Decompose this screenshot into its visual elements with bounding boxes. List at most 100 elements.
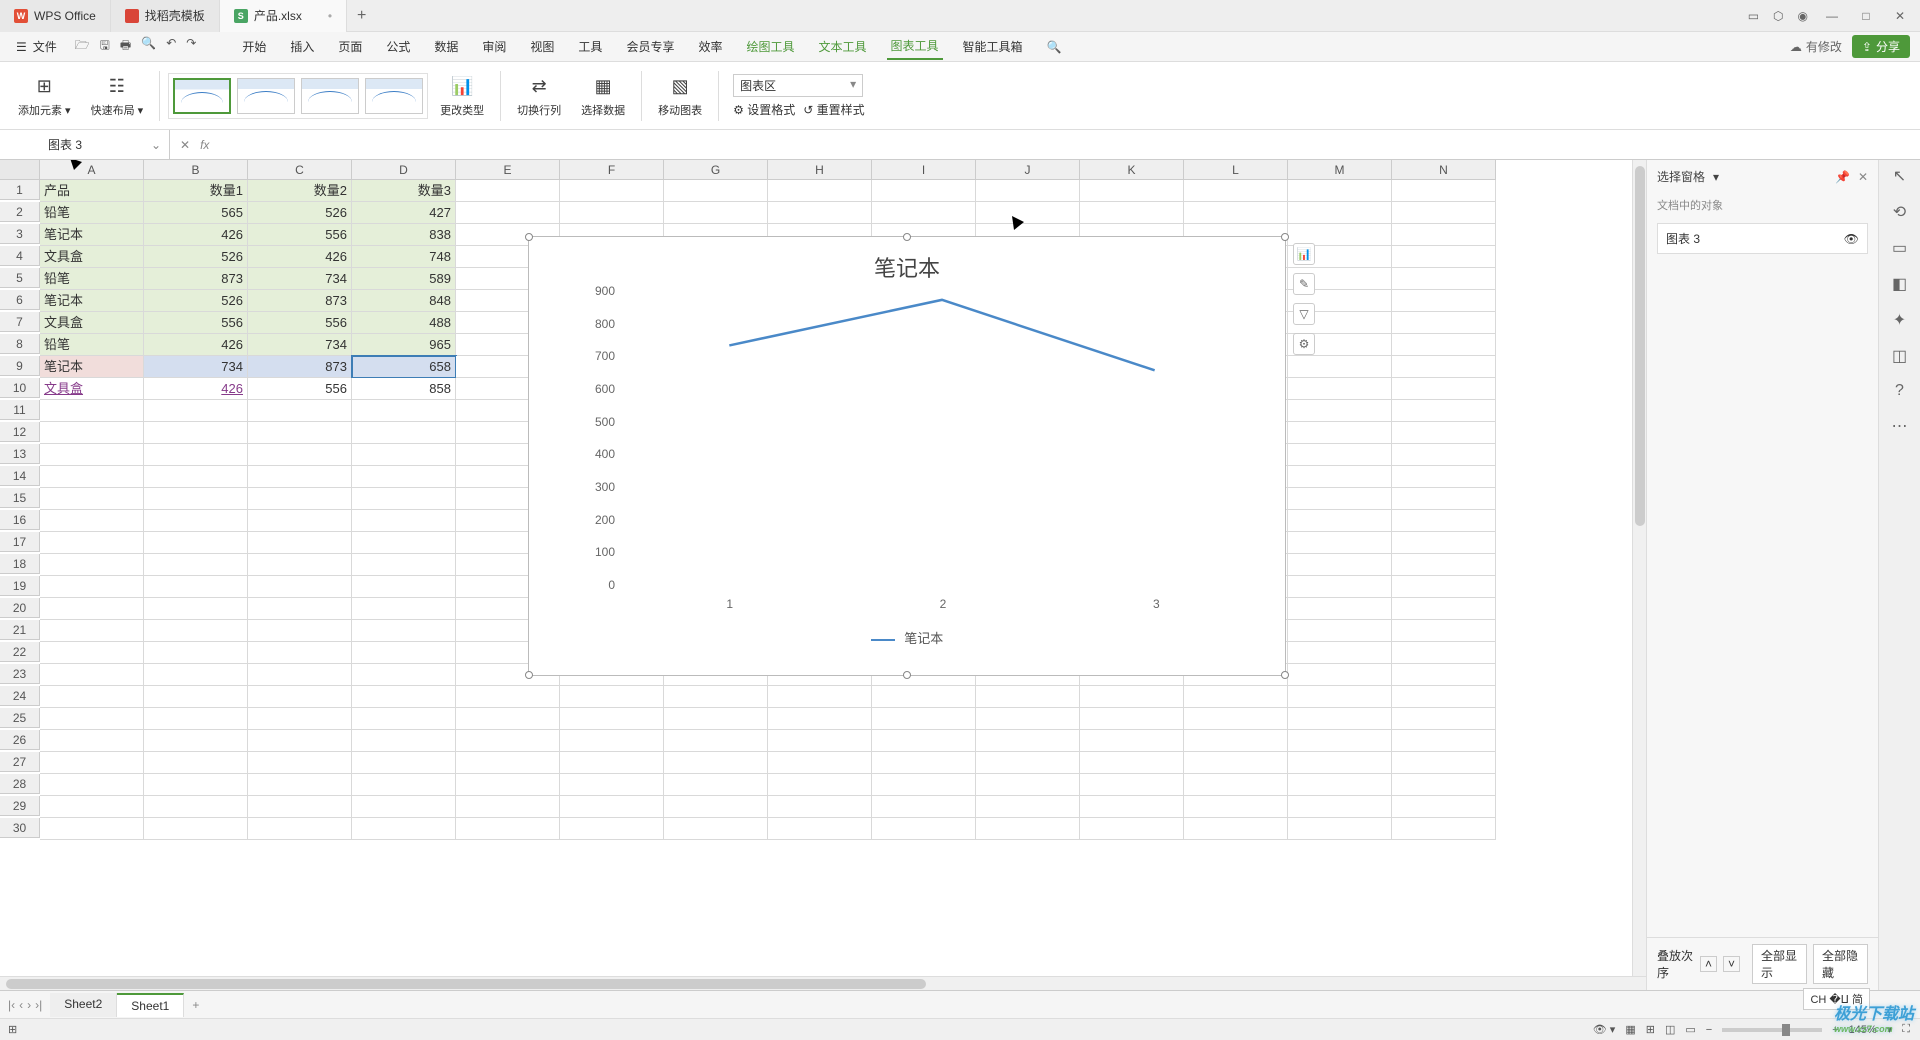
cell-G27[interactable] <box>664 752 768 774</box>
cell-D10[interactable]: 858 <box>352 378 456 400</box>
chart-settings-button[interactable]: ⚙ <box>1293 333 1315 355</box>
cell-K25[interactable] <box>1080 708 1184 730</box>
col-header-B[interactable]: B <box>144 160 248 180</box>
cell-H29[interactable] <box>768 796 872 818</box>
row-header-3[interactable]: 3 <box>0 224 40 244</box>
preview-icon[interactable]: 🔍 <box>141 36 156 57</box>
ribbon-tab-工具[interactable]: 工具 <box>574 34 606 59</box>
cell-I29[interactable] <box>872 796 976 818</box>
cell-L1[interactable] <box>1184 180 1288 202</box>
cell-A3[interactable]: 笔记本 <box>40 224 144 246</box>
row-header-28[interactable]: 28 <box>0 774 40 794</box>
app-tab-wps[interactable]: W WPS Office <box>0 0 111 32</box>
cell-C30[interactable] <box>248 818 352 840</box>
cell-A30[interactable] <box>40 818 144 840</box>
cell-D2[interactable]: 427 <box>352 202 456 224</box>
cell-K27[interactable] <box>1080 752 1184 774</box>
col-header-C[interactable]: C <box>248 160 352 180</box>
cell-F2[interactable] <box>560 202 664 224</box>
col-header-F[interactable]: F <box>560 160 664 180</box>
cube-icon[interactable]: ⬡ <box>1773 9 1783 23</box>
cell-M27[interactable] <box>1288 752 1392 774</box>
cell-K26[interactable] <box>1080 730 1184 752</box>
vertical-scrollbar[interactable] <box>1632 160 1646 976</box>
cell-D16[interactable] <box>352 510 456 532</box>
cell-D11[interactable] <box>352 400 456 422</box>
cell-B2[interactable]: 565 <box>144 202 248 224</box>
cell-E25[interactable] <box>456 708 560 730</box>
chart-style-2[interactable] <box>237 78 295 114</box>
col-header-J[interactable]: J <box>976 160 1080 180</box>
cell-J27[interactable] <box>976 752 1080 774</box>
cell-B26[interactable] <box>144 730 248 752</box>
cell-A12[interactable] <box>40 422 144 444</box>
col-header-D[interactable]: D <box>352 160 456 180</box>
new-tab-button[interactable]: + <box>347 7 376 25</box>
cell-C19[interactable] <box>248 576 352 598</box>
cell-B28[interactable] <box>144 774 248 796</box>
cell-N15[interactable] <box>1392 488 1496 510</box>
cell-I24[interactable] <box>872 686 976 708</box>
chart-style-gallery[interactable] <box>168 73 428 119</box>
zoom-out-button[interactable]: − <box>1706 1024 1712 1036</box>
show-all-button[interactable]: 全部显示 <box>1752 944 1807 984</box>
status-icon[interactable]: ⊞ <box>0 1023 25 1036</box>
row-header-10[interactable]: 10 <box>0 378 40 398</box>
cell-B13[interactable] <box>144 444 248 466</box>
view-page-icon[interactable]: ⊞ <box>1646 1023 1655 1036</box>
fx-icon[interactable]: fx <box>200 138 209 152</box>
cell-N10[interactable] <box>1392 378 1496 400</box>
cell-F30[interactable] <box>560 818 664 840</box>
cell-M21[interactable] <box>1288 620 1392 642</box>
cell-N3[interactable] <box>1392 224 1496 246</box>
switch-rowcol-button[interactable]: ⇄ 切换行列 <box>509 70 569 122</box>
cell-K28[interactable] <box>1080 774 1184 796</box>
col-header-A[interactable]: A <box>40 160 144 180</box>
close-panel-icon[interactable]: ✕ <box>1858 170 1868 184</box>
cell-M22[interactable] <box>1288 642 1392 664</box>
cell-N12[interactable] <box>1392 422 1496 444</box>
cell-B21[interactable] <box>144 620 248 642</box>
cell-E28[interactable] <box>456 774 560 796</box>
row-header-7[interactable]: 7 <box>0 312 40 332</box>
cell-D6[interactable]: 848 <box>352 290 456 312</box>
cell-C28[interactable] <box>248 774 352 796</box>
cell-C23[interactable] <box>248 664 352 686</box>
cell-D18[interactable] <box>352 554 456 576</box>
cell-B18[interactable] <box>144 554 248 576</box>
cell-J25[interactable] <box>976 708 1080 730</box>
ribbon-tab-效率[interactable]: 效率 <box>694 34 726 59</box>
cell-G25[interactable] <box>664 708 768 730</box>
cell-A7[interactable]: 文具盒 <box>40 312 144 334</box>
ribbon-tab-文本工具[interactable]: 文本工具 <box>814 34 870 59</box>
cell-B6[interactable]: 526 <box>144 290 248 312</box>
cell-N30[interactable] <box>1392 818 1496 840</box>
cell-C6[interactable]: 873 <box>248 290 352 312</box>
help-tool-icon[interactable]: ? <box>1895 382 1904 400</box>
col-header-E[interactable]: E <box>456 160 560 180</box>
row-header-1[interactable]: 1 <box>0 180 40 200</box>
cell-B3[interactable]: 426 <box>144 224 248 246</box>
cell-C7[interactable]: 556 <box>248 312 352 334</box>
cell-D1[interactable]: 数量3 <box>352 180 456 202</box>
cell-H25[interactable] <box>768 708 872 730</box>
row-header-2[interactable]: 2 <box>0 202 40 222</box>
cell-B30[interactable] <box>144 818 248 840</box>
cell-J30[interactable] <box>976 818 1080 840</box>
cell-E26[interactable] <box>456 730 560 752</box>
horizontal-scrollbar[interactable] <box>0 976 1646 990</box>
quick-layout-button[interactable]: ☷ 快速布局 ▾ <box>83 70 152 122</box>
cell-G1[interactable] <box>664 180 768 202</box>
cell-N6[interactable] <box>1392 290 1496 312</box>
cell-F24[interactable] <box>560 686 664 708</box>
cell-M1[interactable] <box>1288 180 1392 202</box>
minimize-button[interactable]: — <box>1822 9 1842 23</box>
row-header-26[interactable]: 26 <box>0 730 40 750</box>
cell-B9[interactable]: 734 <box>144 356 248 378</box>
cell-H1[interactable] <box>768 180 872 202</box>
file-menu[interactable]: ☰ 文件 <box>10 38 63 55</box>
cell-D30[interactable] <box>352 818 456 840</box>
cell-A9[interactable]: 笔记本 <box>40 356 144 378</box>
chart-filter-button[interactable]: ▽ <box>1293 303 1315 325</box>
cancel-fx-icon[interactable]: ✕ <box>180 138 190 152</box>
